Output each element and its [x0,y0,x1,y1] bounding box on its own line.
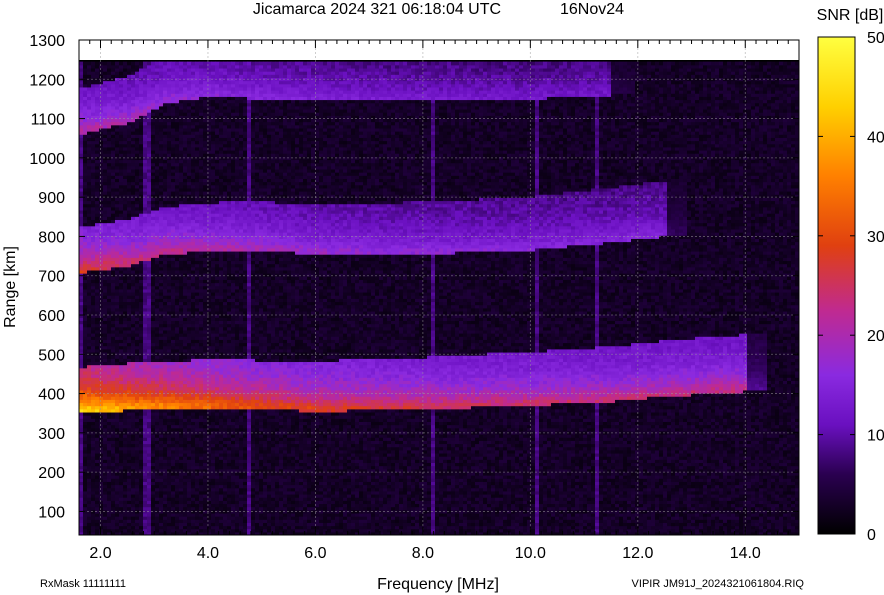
heat-cell [199,62,204,66]
heat-cell [127,62,132,66]
heat-cell [83,62,88,66]
chart-title: Jicamarca 2024 321 06:18:04 UTC [253,1,501,18]
heat-cell [187,62,192,66]
heat-cell [191,62,196,66]
heat-cell [87,62,92,66]
heat-cell [79,62,84,66]
heat-cell [147,62,152,66]
heat-cell [167,62,172,66]
heat-cell [203,62,208,66]
heat-cell [123,62,128,66]
heat-cell [103,62,108,66]
heat-cell [155,62,160,66]
heat-cell [179,62,184,66]
heat-cell [115,62,120,66]
heat-cell [135,62,140,66]
heat-cell [111,62,116,66]
heat-cell [99,62,104,66]
heat-cell [183,62,188,66]
heat-cell [171,62,176,66]
heat-cell [159,62,164,66]
echo-heatmap [79,62,800,536]
ionogram-chart: Jicamarca 2024 321 06:18:04 UTC 16Nov24 … [0,0,884,595]
no-data-region [79,40,799,60]
heat-cell [195,62,200,66]
heat-cell [175,62,180,66]
chart-date: 16Nov24 [560,1,624,18]
heat-cell [91,62,96,66]
heat-cell [95,62,100,66]
heat-cell [131,62,136,66]
heat-cell [151,62,156,66]
heat-cell [139,62,144,66]
heat-cell [107,62,112,66]
heat-cell [163,62,168,66]
heat-cell [143,62,148,66]
heat-cell [119,62,124,66]
